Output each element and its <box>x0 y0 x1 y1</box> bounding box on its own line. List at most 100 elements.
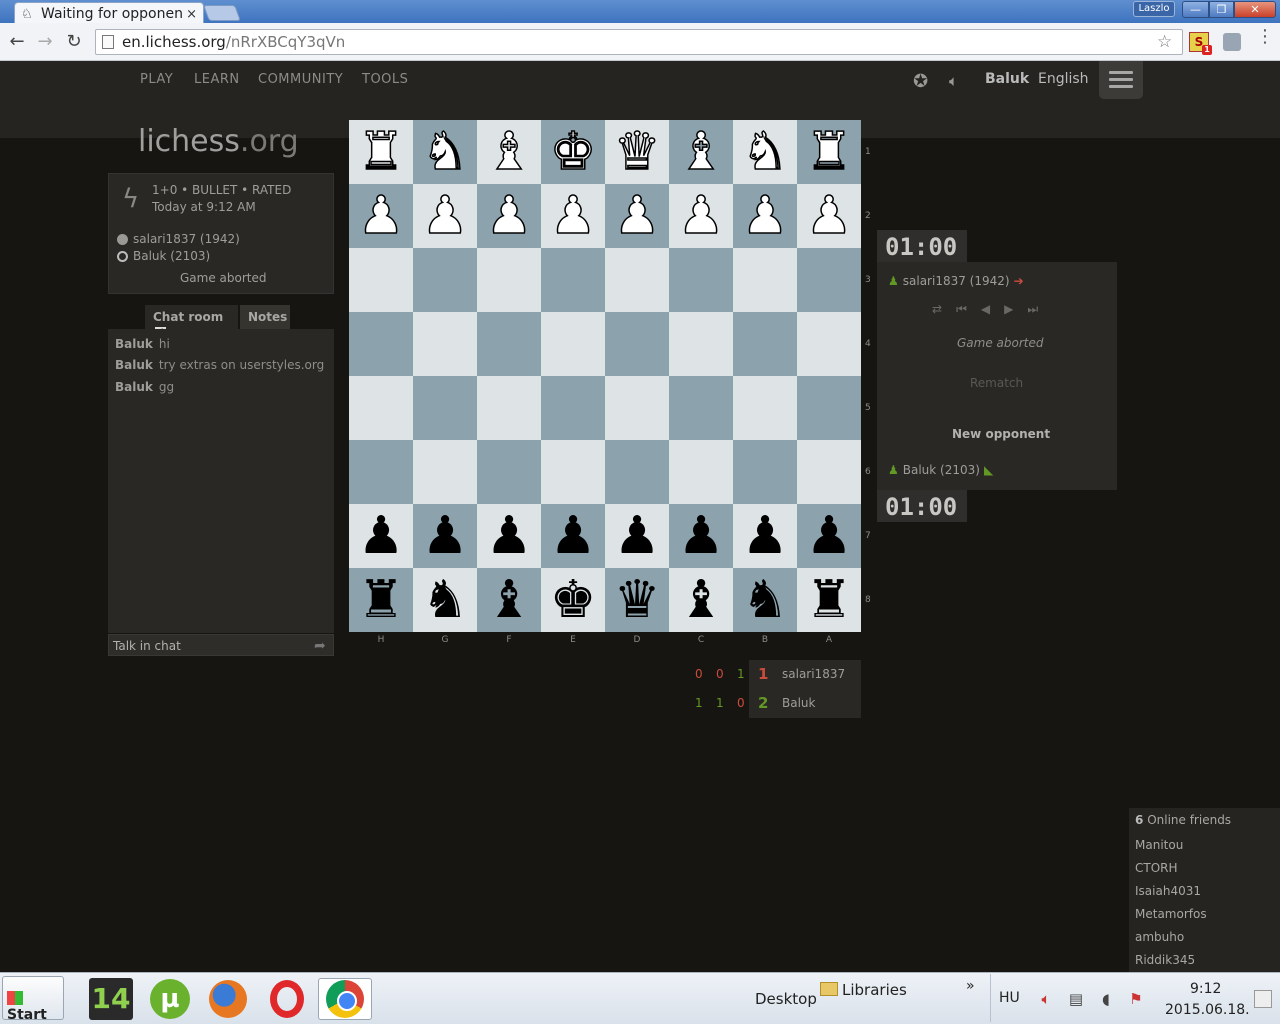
board-square[interactable] <box>541 312 605 376</box>
board-square[interactable]: ♟ <box>605 504 669 568</box>
board-square[interactable] <box>413 440 477 504</box>
board-square[interactable] <box>797 376 861 440</box>
friend-link[interactable]: ambuho <box>1135 930 1184 944</box>
chess-piece[interactable]: ♛ <box>613 120 661 184</box>
crosstable-score[interactable]: 1 <box>716 696 724 710</box>
desktop-toolbar[interactable]: Desktop <box>755 990 817 1008</box>
board-square[interactable]: ♞ <box>413 568 477 632</box>
stylish-extension-icon[interactable]: S1 <box>1189 32 1212 55</box>
chess-piece[interactable]: ♟ <box>678 504 725 568</box>
board-square[interactable]: ♟ <box>797 504 861 568</box>
board-square[interactable]: ♟ <box>541 504 605 568</box>
new-opponent-button[interactable]: New opponent <box>952 427 1050 441</box>
palette-icon[interactable]: ✪ <box>913 71 928 92</box>
board-square[interactable]: ♞ <box>413 120 477 184</box>
board-square[interactable]: ♟ <box>413 504 477 568</box>
chess-piece[interactable]: ♜ <box>806 568 853 632</box>
top-player-name[interactable]: salari1837 (1942) <box>903 274 1010 288</box>
chess-board[interactable]: ♜ ♞ ♝ ♚ ♛ ♝ ♞ ♜ ♟ ♟ ♟ ♟ ♟ ♟ ♟ ♟ ♟ ♟ ♟ ♟ ♟ ♟ ♟ ♟ ♜ ♞ ♝ ♚ ♛ ♝ ♞ ♜ <box>349 120 861 632</box>
board-square[interactable] <box>669 312 733 376</box>
tab-chat-room[interactable]: Chat room ✓ <box>145 305 238 338</box>
sound-icon[interactable]: 🔈︎ <box>949 72 958 90</box>
speaker-icon[interactable]: 🔈︎ <box>1037 990 1055 1008</box>
crosstable-score[interactable]: 1 <box>737 667 745 681</box>
bottom-player-name[interactable]: Baluk (2103) <box>903 463 980 477</box>
board-square[interactable] <box>413 248 477 312</box>
board-square[interactable] <box>669 248 733 312</box>
show-desktop-button[interactable] <box>1254 990 1272 1008</box>
toolbar-overflow-icon[interactable]: » <box>966 978 975 994</box>
chess-piece[interactable]: ♚ <box>549 120 597 184</box>
chess-piece[interactable]: ♟ <box>806 504 853 568</box>
browser-menu-icon[interactable]: ⋮ <box>1256 28 1274 46</box>
board-square[interactable] <box>733 440 797 504</box>
board-square[interactable] <box>733 376 797 440</box>
rematch-button[interactable]: Rematch <box>970 376 1023 390</box>
chess-piece[interactable]: ♜ <box>358 568 405 632</box>
bookmark-star-icon[interactable]: ☆ <box>1157 32 1172 52</box>
chat-user[interactable]: Baluk <box>115 337 153 351</box>
board-square[interactable]: ♚ <box>541 120 605 184</box>
board-square[interactable] <box>541 248 605 312</box>
player-black-link[interactable]: salari1837 (1942) <box>133 232 240 246</box>
board-square[interactable]: ♟ <box>541 184 605 248</box>
hamburger-menu-icon[interactable] <box>1099 61 1143 99</box>
forward-arrow-icon[interactable]: → <box>34 31 56 53</box>
flip-board-icon[interactable]: ⇄ <box>932 302 956 316</box>
nav-tools[interactable]: TOOLS <box>362 72 408 87</box>
crosstable-score[interactable]: 0 <box>716 667 724 681</box>
chess-piece[interactable]: ♟ <box>357 184 405 248</box>
extension-icon[interactable] <box>1223 33 1241 51</box>
chess-piece[interactable]: ♟ <box>421 184 469 248</box>
volume-icon[interactable]: ◖ <box>1097 990 1115 1008</box>
chess-piece[interactable]: ♝ <box>485 120 533 184</box>
user-menu[interactable]: Baluk <box>985 71 1029 87</box>
chess-piece[interactable]: ♟ <box>613 184 661 248</box>
chess-piece[interactable]: ♟ <box>358 504 405 568</box>
friend-link[interactable]: Riddik345 <box>1135 953 1195 967</box>
chess-piece[interactable]: ♟ <box>742 504 789 568</box>
board-square[interactable]: ♚ <box>541 568 605 632</box>
board-square[interactable]: ♟ <box>605 184 669 248</box>
chess-piece[interactable]: ♚ <box>550 568 597 632</box>
friend-link[interactable]: Isaiah4031 <box>1135 884 1201 898</box>
online-friends-header[interactable]: 6 Online friends <box>1135 813 1231 827</box>
chess-piece[interactable]: ♟ <box>486 504 533 568</box>
chess-piece[interactable]: ♟ <box>741 184 789 248</box>
chat-input[interactable]: Talk in chat <box>108 634 334 656</box>
top-player[interactable]: ♟ salari1837 (1942) ➔ <box>888 274 1024 288</box>
crosstable-player[interactable]: salari1837 <box>782 667 845 681</box>
nav-play[interactable]: PLAY <box>140 72 173 87</box>
opera-icon[interactable] <box>264 978 308 1020</box>
minimize-button[interactable]: — <box>1182 1 1209 18</box>
network-icon[interactable]: ▤ <box>1067 990 1085 1008</box>
board-square[interactable]: ♝ <box>477 120 541 184</box>
crosstable-player[interactable]: Baluk <box>782 696 815 710</box>
board-square[interactable]: ♞ <box>733 120 797 184</box>
board-square[interactable] <box>797 248 861 312</box>
chess-piece[interactable]: ♟ <box>422 504 469 568</box>
reload-icon[interactable]: ↻ <box>63 31 85 53</box>
board-square[interactable]: ♟ <box>413 184 477 248</box>
board-square[interactable] <box>605 376 669 440</box>
board-square[interactable] <box>413 376 477 440</box>
chrome-icon[interactable] <box>318 978 372 1020</box>
chess-piece[interactable]: ♟ <box>550 504 597 568</box>
next-move-icon[interactable]: ▶ <box>1004 302 1027 316</box>
board-square[interactable]: ♟ <box>349 504 413 568</box>
crosstable-score[interactable]: 1 <box>695 696 703 710</box>
nav-community[interactable]: COMMUNITY <box>258 72 343 87</box>
site-logo[interactable]: lichess.org <box>138 124 299 159</box>
board-square[interactable] <box>349 248 413 312</box>
first-move-icon[interactable]: ⏮ <box>956 302 981 316</box>
board-square[interactable] <box>541 376 605 440</box>
tab-notes[interactable]: Notes <box>240 305 290 329</box>
chess-piece[interactable]: ♞ <box>422 568 469 632</box>
chess-piece[interactable]: ♛ <box>614 568 661 632</box>
board-square[interactable] <box>797 440 861 504</box>
player-white-link[interactable]: Baluk (2103) <box>133 249 210 263</box>
friend-link[interactable]: Manitou <box>1135 838 1183 852</box>
board-square[interactable]: ♟ <box>477 184 541 248</box>
board-square[interactable]: ♟ <box>797 184 861 248</box>
board-square[interactable] <box>477 312 541 376</box>
